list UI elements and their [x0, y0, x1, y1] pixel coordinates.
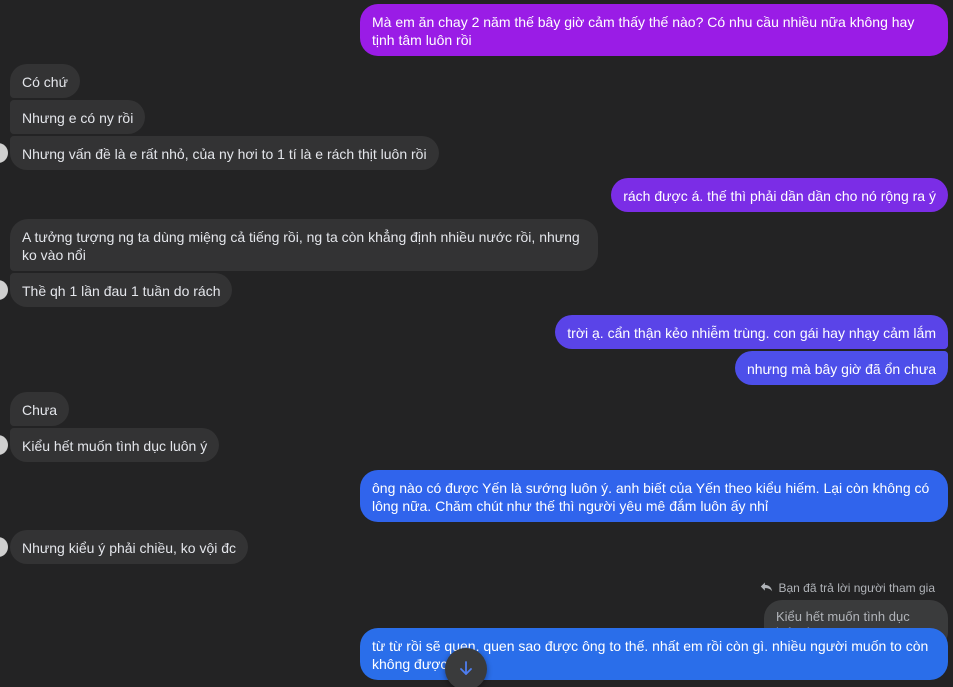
message-text: nhưng mà bây giờ đã ổn chưa	[746, 361, 936, 377]
message-incoming[interactable]: Nhưng e có ny rồi	[10, 100, 146, 134]
scroll-to-bottom-button[interactable]	[445, 648, 487, 687]
message-text: Nhưng e có ny rồi	[22, 110, 134, 126]
reply-indicator: Bạn đã trả lời người tham gia	[760, 580, 935, 596]
message-text: Nhưng vấn đề là e rất nhỏ, của ny hơi to…	[22, 146, 427, 162]
message-text: Kiểu hết muốn tình dục luôn ý	[22, 438, 208, 454]
message-incoming[interactable]: Kiểu hết muốn tình dục luôn ý	[10, 428, 220, 462]
message-outgoing[interactable]: trời ạ. cẩn thận kẻo nhiễm trùng. con gá…	[555, 315, 948, 349]
message-text: trời ạ. cẩn thận kẻo nhiễm trùng. con gá…	[567, 325, 936, 341]
avatar[interactable]	[0, 143, 8, 163]
message-incoming[interactable]: Thề qh 1 lần đau 1 tuần do rách	[10, 273, 233, 307]
message-text: ông nào có được Yến là sướng luôn ý. anh…	[372, 480, 930, 514]
message-text: Có chứ	[22, 74, 68, 90]
message-text: Nhưng kiểu ý phải chiều, ko vội đc	[22, 540, 237, 556]
reply-note-text: Bạn đã trả lời người tham gia	[778, 581, 935, 595]
avatar[interactable]	[0, 435, 8, 455]
message-incoming[interactable]: Nhưng kiểu ý phải chiều, ko vội đc	[10, 530, 249, 564]
message-outgoing[interactable]: ông nào có được Yến là sướng luôn ý. anh…	[360, 470, 948, 522]
message-incoming[interactable]: Chưa	[10, 392, 70, 426]
message-text: Mà em ăn chay 2 năm thế bây giờ cảm thấy…	[372, 14, 915, 48]
chat-window: Mà em ăn chay 2 năm thế bây giờ cảm thấy…	[0, 0, 953, 687]
message-outgoing[interactable]: nhưng mà bây giờ đã ổn chưa	[734, 351, 948, 385]
message-incoming[interactable]: Có chứ	[10, 64, 80, 98]
message-incoming[interactable]: Nhưng vấn đề là e rất nhỏ, của ny hơi to…	[10, 136, 439, 170]
message-text: A tưởng tượng ng ta dùng miệng cả tiếng …	[22, 229, 580, 263]
avatar[interactable]	[0, 537, 8, 557]
avatar[interactable]	[0, 280, 8, 300]
message-text: rách được á. thế thì phải dần dần cho nó…	[623, 188, 936, 204]
message-incoming[interactable]: A tưởng tượng ng ta dùng miệng cả tiếng …	[10, 219, 598, 271]
arrow-down-icon	[458, 660, 474, 679]
message-outgoing[interactable]: rách được á. thế thì phải dần dần cho nó…	[611, 178, 948, 212]
message-text: Chưa	[22, 402, 58, 418]
message-text: Thề qh 1 lần đau 1 tuần do rách	[22, 283, 221, 299]
reply-arrow-icon	[760, 580, 773, 596]
message-outgoing[interactable]: Mà em ăn chay 2 năm thế bây giờ cảm thấy…	[360, 4, 948, 56]
